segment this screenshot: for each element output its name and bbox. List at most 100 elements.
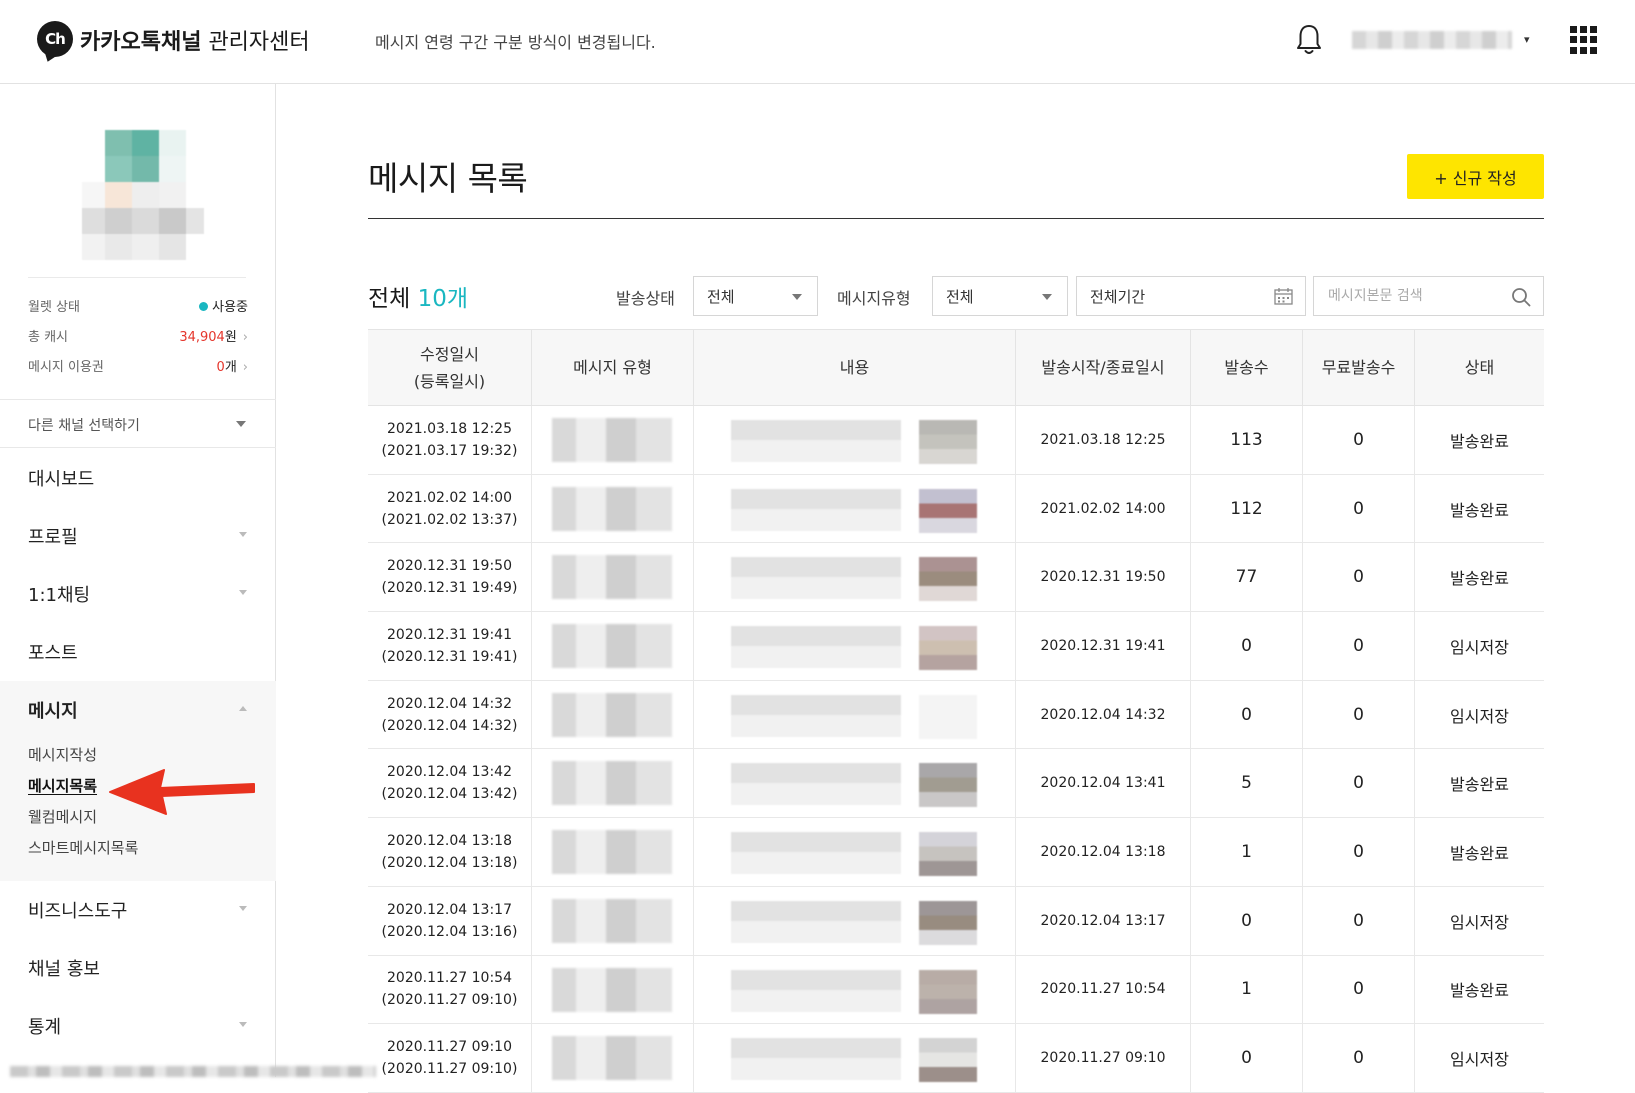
cell-content[interactable] <box>694 406 1016 474</box>
cell-content[interactable] <box>694 749 1016 818</box>
table-row[interactable]: 2020.12.04 14:32 (2020.12.04 14:32) 2020.1… <box>368 680 1544 750</box>
cell-free-count: 0 <box>1303 543 1415 612</box>
modified-time: 2020.12.04 13:17 <box>387 901 512 918</box>
channel-select-dropdown[interactable]: 다른 채널 선택하기 <box>0 399 276 448</box>
cell-content[interactable] <box>694 886 1016 955</box>
sidebar-item-chat[interactable]: 1:1채팅 <box>0 565 276 623</box>
status-dot-icon <box>199 302 209 311</box>
send-status-select[interactable]: 전체 <box>693 276 818 316</box>
cell-modified: 2020.12.04 13:17 (2020.12.04 13:16) <box>368 886 532 955</box>
table-row[interactable]: 2020.12.31 19:41 (2020.12.31 19:41) 2020.1… <box>368 612 1544 681</box>
table-row[interactable]: 2021.03.18 12:25 (2021.03.17 19:32) 2021.0… <box>368 406 1544 475</box>
sidebar-item-post[interactable]: 포스트 <box>0 623 276 681</box>
sidebar-item-business-tools[interactable]: 비즈니스도구 <box>0 881 276 939</box>
message-type-blurred <box>552 761 672 806</box>
period-picker[interactable]: 전체기간 <box>1076 276 1306 316</box>
search-input[interactable] <box>1314 277 1504 315</box>
cell-content[interactable] <box>694 543 1016 612</box>
cell-content[interactable] <box>694 474 1016 543</box>
modified-time: 2020.11.27 10:54 <box>387 970 512 987</box>
cell-status: 발송완료 <box>1450 500 1509 520</box>
registered-time: (2021.02.02 13:37) <box>381 511 518 528</box>
page-title: 메시지 목록 <box>368 159 528 198</box>
message-type-select[interactable]: 전체 <box>932 276 1068 316</box>
cell-content[interactable] <box>694 1024 1016 1092</box>
blurred-footer-text <box>10 1066 376 1077</box>
total-cash-row[interactable]: 총 캐시 34,904원 › <box>28 326 248 348</box>
sidebar-item-profile[interactable]: 프로필 <box>0 507 276 565</box>
cell-content[interactable] <box>694 680 1016 749</box>
modified-time: 2020.12.04 14:32 <box>387 695 512 712</box>
sidebar-item-channel-promo[interactable]: 채널 홍보 <box>0 939 276 997</box>
message-voucher-value[interactable]: 0개 › <box>217 356 248 375</box>
notice-banner-link[interactable]: 메시지 연령 구간 구분 방식이 변경됩니다. <box>375 29 656 53</box>
table-row[interactable]: 2020.12.04 13:42 (2020.12.04 13:42) 2020.1… <box>368 749 1544 819</box>
registered-time: (2020.12.04 13:16) <box>381 923 518 940</box>
table-header: 수정일시 (등록일시) 메시지 유형 내용 발송시작/종료일시 발송수 무료발송… <box>368 329 1544 406</box>
account-dropdown-caret-icon[interactable]: ▾ <box>1524 33 1530 46</box>
message-content-blurred <box>731 763 901 806</box>
table-row[interactable]: 2021.02.02 14:00 (2021.02.02 13:37) 2021.0… <box>368 474 1544 544</box>
cell-modified: 2021.03.18 12:25 (2021.03.17 19:32) <box>368 406 532 474</box>
period-value: 전체기간 <box>1090 288 1146 306</box>
cell-content[interactable] <box>694 818 1016 886</box>
table-row[interactable]: 2020.11.27 10:54 (2020.11.27 09:10) 2020.1… <box>368 955 1544 1025</box>
sidebar-item-label: 1:1채팅 <box>28 585 91 606</box>
sidebar-subitem-smart-message[interactable]: 스마트메시지목록 <box>0 832 276 863</box>
cell-sent-count: 112 <box>1191 474 1303 543</box>
table-row[interactable]: 2020.11.27 09:10 (2020.11.27 09:10) 2020.1… <box>368 1024 1544 1093</box>
modified-time: 2020.12.31 19:41 <box>387 626 512 643</box>
account-name-blurred[interactable] <box>1352 31 1512 49</box>
registered-time: (2020.12.04 13:42) <box>381 786 518 803</box>
cell-send-start: 2020.12.04 13:18 <box>1016 818 1191 886</box>
message-search[interactable] <box>1313 276 1544 316</box>
new-message-button[interactable]: + 신규 작성 <box>1407 154 1544 199</box>
table-row[interactable]: 2020.12.31 19:50 (2020.12.31 19:49) 2020.1… <box>368 543 1544 613</box>
message-content-blurred <box>731 900 901 943</box>
registered-time: (2020.12.04 14:32) <box>381 717 518 734</box>
col-modified[interactable]: 수정일시 (등록일시) <box>368 330 532 405</box>
kakao-channel-logo-icon[interactable]: Ch <box>37 21 73 57</box>
app-title[interactable]: 카카오톡채널 관리자센터 <box>80 24 310 56</box>
message-type-blurred <box>552 418 672 462</box>
sidebar-subitem-label: 스마트메시지목록 <box>28 839 139 857</box>
wallet-status-row: 월렛 상태 사용중 <box>28 296 248 318</box>
modified-time: 2021.03.18 12:25 <box>387 420 512 437</box>
message-content-blurred <box>731 488 901 531</box>
app-title-bold: 카카오톡채널 <box>80 30 202 55</box>
apps-grid-icon[interactable] <box>1570 26 1598 54</box>
top-header: Ch 카카오톡채널 관리자센터 메시지 연령 구간 구분 방식이 변경됩니다. … <box>0 0 1635 84</box>
search-icon[interactable] <box>1511 287 1531 307</box>
chevron-right-icon: › <box>242 360 248 375</box>
message-type-blurred <box>552 486 672 531</box>
cell-type <box>532 955 694 1024</box>
bell-icon[interactable] <box>1295 23 1323 57</box>
sidebar-subitem-label: 메시지작성 <box>28 746 98 764</box>
sidebar-item-dashboard[interactable]: 대시보드 <box>0 449 276 507</box>
cell-type <box>532 886 694 955</box>
channel-select-label: 다른 채널 선택하기 <box>28 418 140 434</box>
cell-free-count: 0 <box>1303 612 1415 680</box>
cell-status: 임시저장 <box>1450 706 1509 726</box>
cell-content[interactable] <box>694 955 1016 1024</box>
cell-content[interactable] <box>694 612 1016 680</box>
message-thumbnail-blurred <box>919 488 977 533</box>
sidebar-item-label: 채널 홍보 <box>28 959 100 980</box>
cell-sent-count: 0 <box>1191 1024 1303 1092</box>
table-row[interactable]: 2020.12.04 13:17 (2020.12.04 13:16) 2020.1… <box>368 886 1544 956</box>
chevron-right-icon: › <box>242 330 248 345</box>
message-type-blurred <box>552 555 672 600</box>
sidebar-item-label: 포스트 <box>28 643 78 664</box>
cell-status: 임시저장 <box>1450 912 1509 932</box>
sidebar-item-stats[interactable]: 통계 <box>0 997 276 1055</box>
sidebar-item-label: 대시보드 <box>28 469 95 490</box>
wallet-status-label: 월렛 상태 <box>28 300 80 315</box>
wallet-status-value: 사용중 <box>199 296 248 315</box>
total-cash-value[interactable]: 34,904원 › <box>179 326 248 345</box>
message-thumbnail-blurred <box>919 626 977 671</box>
col-sent-count: 발송수 <box>1191 330 1303 405</box>
registered-time: (2020.12.31 19:49) <box>381 580 518 597</box>
message-voucher-row[interactable]: 메시지 이용권 0개 › <box>28 356 248 378</box>
table-row[interactable]: 2020.12.04 13:18 (2020.12.04 13:18) 2020.1… <box>368 818 1544 887</box>
sidebar-item-message[interactable]: 메시지 <box>0 681 276 739</box>
